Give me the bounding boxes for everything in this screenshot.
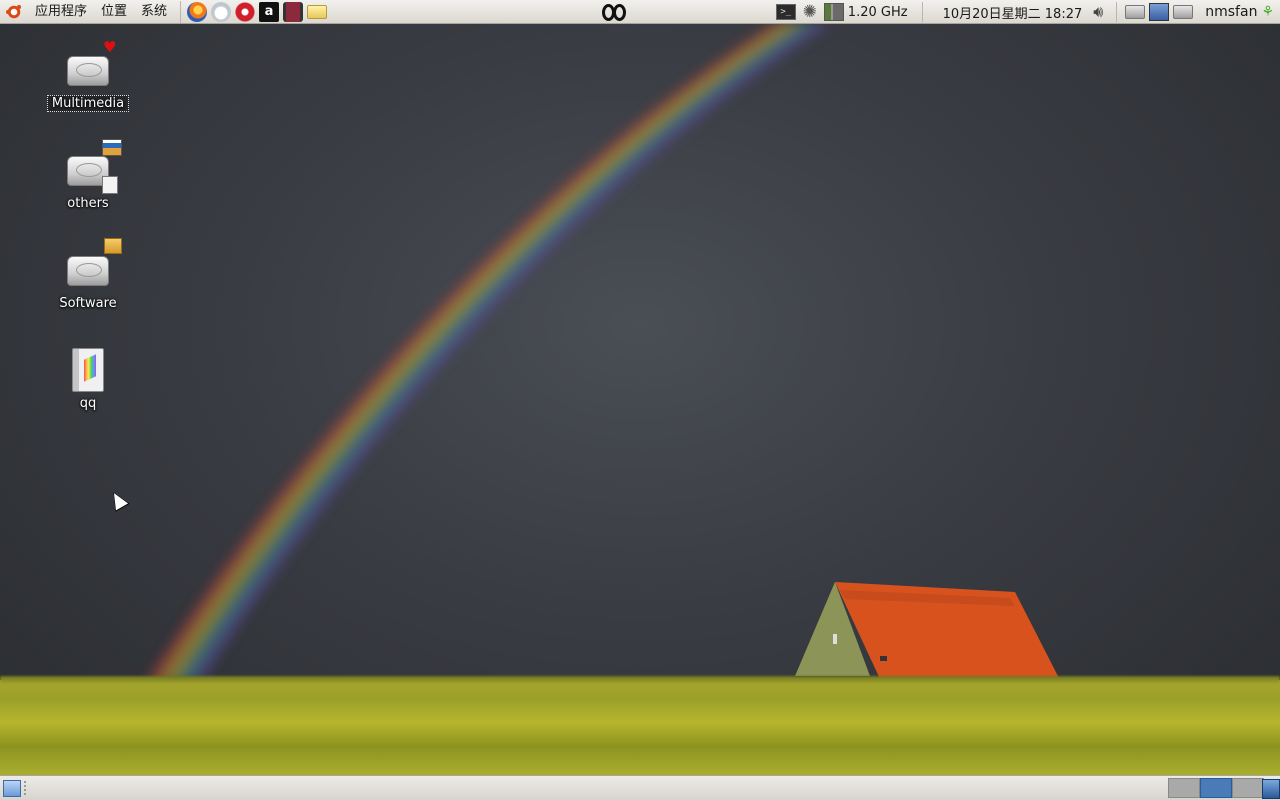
terminal-icon[interactable]: >_ [775,4,796,20]
menu-system[interactable]: 系统 [134,0,174,24]
volume-icon[interactable]: 🔊︎ [1088,2,1108,21]
bottom-panel [0,775,1280,800]
menu-applications[interactable]: 应用程序 [28,0,94,24]
mail-icon[interactable] [211,1,232,22]
anki-icon[interactable]: a [259,1,280,22]
drive-icon [67,56,109,86]
cpu-frequency[interactable]: 1.20 GHz [848,5,908,20]
desktop-icon-label: Software [59,296,117,311]
document-emblem-icon [102,176,118,194]
desktop-wallpaper [0,24,1280,775]
show-desktop-icon[interactable] [3,780,21,797]
grass-field-image [0,680,1280,775]
notes-icon[interactable] [307,2,328,22]
trash-icon[interactable] [1262,779,1280,799]
top-panel: 应用程序 位置 系统 a >_ ✺ 1.20 GHz 10月20日星期二 18:… [0,0,1280,24]
system-tray: >_ ✺ 1.20 GHz 10月20日星期二 18:27 🔊︎ nmsfan … [774,0,1280,24]
film-icon[interactable] [283,1,304,22]
barn-image [795,582,1062,684]
workspace-3[interactable] [1232,778,1264,798]
desktop-icon-label: qq [79,396,97,411]
workspace-switcher [1168,778,1264,798]
ubuntu-logo-icon[interactable] [6,3,22,20]
network-icon[interactable] [1149,3,1170,21]
package-emblem-icon [104,238,122,254]
desktop-icon-label: Multimedia [47,95,129,112]
menu-places[interactable]: 位置 [94,0,134,24]
launcher-bar: a [180,0,328,23]
panel-grip [24,781,28,795]
heart-emblem-icon: ♥ [103,38,117,56]
user-menu[interactable]: nmsfan [1205,4,1257,20]
desktop-icon-label: others [67,196,109,211]
tray-separator [921,2,923,22]
rainbow-image [146,24,1062,687]
user-status-icon[interactable]: ⚘ [1261,4,1274,20]
drive-icon [67,256,109,286]
main-menu: 应用程序 位置 系统 [0,0,174,24]
opera-icon[interactable] [235,1,256,22]
brightness-icon[interactable]: ✺ [800,2,820,22]
desktop-icon-software[interactable]: Software [38,238,138,318]
desktop-icon-multimedia[interactable]: ♥ Multimedia [38,38,138,118]
book-icon [72,348,104,392]
workspace-1[interactable] [1168,778,1200,798]
desktop-icon-others[interactable]: others [38,138,138,218]
cpu-icon[interactable] [823,3,844,21]
firefox-icon[interactable] [187,1,208,22]
tray-separator [1116,2,1118,22]
desktop-icon-qq[interactable]: qq [38,348,138,418]
clock[interactable]: 10月20日星期二 18:27 [943,3,1083,22]
device-icon[interactable] [1125,3,1146,21]
printer-icon[interactable] [1173,3,1194,21]
infinity-logo-icon[interactable] [597,1,631,23]
workspace-2[interactable] [1200,778,1232,798]
photo-emblem-icon [102,139,122,156]
